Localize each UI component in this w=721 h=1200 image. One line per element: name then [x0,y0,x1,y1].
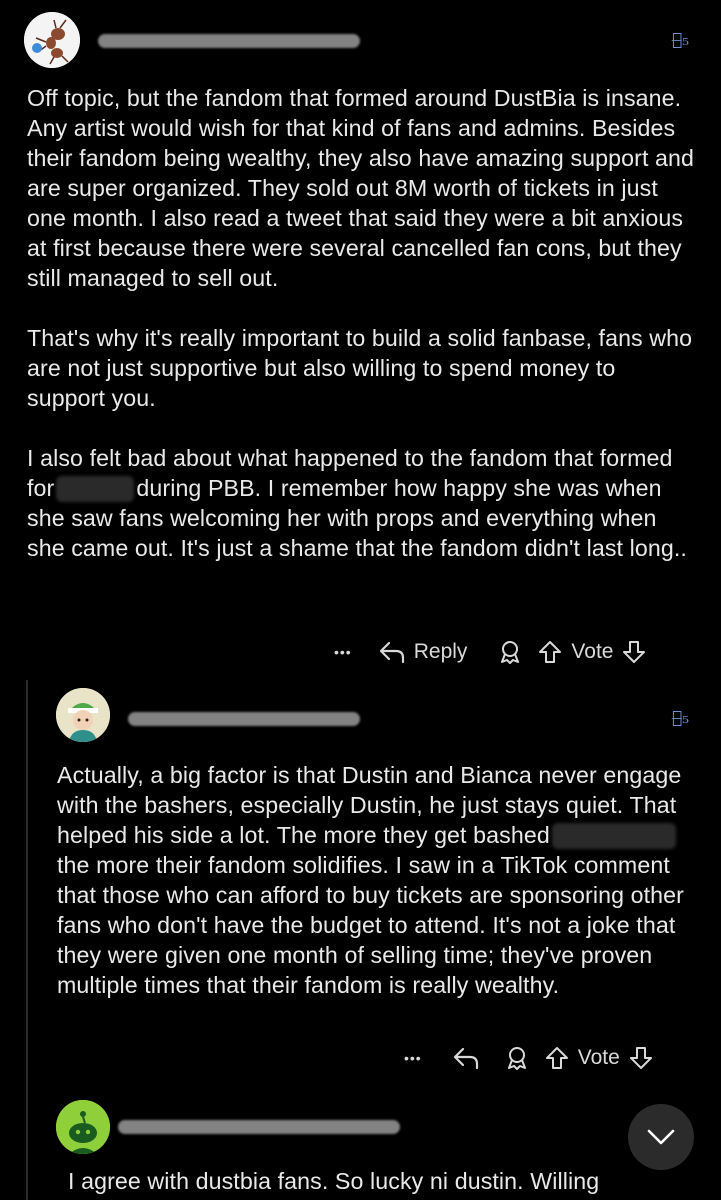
more-options-button[interactable]: ••• [404,1050,422,1066]
upvote-arrow-icon[interactable] [537,639,563,665]
reply-label: Reply [413,640,468,663]
reply-arrow-icon [379,641,404,664]
thread-line[interactable] [26,680,28,1200]
comment-actions: ••• Reply Vote [334,636,647,668]
translate-icon[interactable]: 文̶₅ [672,30,689,50]
vote-count: Vote [571,640,614,663]
avatar-character-icon [56,688,110,742]
comment-body: I agree with dustbia fans. So lucky ni d… [68,1166,708,1196]
username-redacted[interactable] [128,712,360,726]
comment-actions: ••• Vote [404,1042,654,1074]
avatar-ant-icon [24,12,80,68]
award-icon[interactable] [497,639,523,665]
comment-paragraph: Actually, a big factor is that Dustin an… [57,760,701,1000]
comment-paragraph: That's why it's really important to buil… [27,325,693,411]
downvote-arrow-icon[interactable] [628,1045,654,1071]
redacted-name [56,476,135,502]
username-redacted[interactable] [118,1120,400,1134]
chevron-down-icon [647,1129,675,1145]
translate-icon[interactable]: 文̶₅ [672,708,689,728]
snoo-avatar-icon [56,1100,110,1154]
upvote-arrow-icon[interactable] [544,1045,570,1071]
avatar[interactable] [56,1100,110,1154]
avatar[interactable] [56,688,110,742]
redacted-name [551,823,676,849]
comment-text: the more their fandom solidifies. I saw … [57,852,684,998]
username-redacted[interactable] [98,34,360,48]
comment-body: Actually, a big factor is that Dustin an… [57,760,701,1000]
scroll-down-button[interactable] [628,1104,694,1170]
avatar[interactable] [24,12,80,68]
reply-button[interactable]: Reply [378,640,468,664]
comment-paragraph: I agree with dustbia fans. So lucky ni d… [68,1168,600,1194]
vote-count: Vote [577,1046,620,1069]
downvote-arrow-icon[interactable] [621,639,647,665]
comment-body: Off topic, but the fandom that formed ar… [27,83,699,563]
award-icon[interactable] [504,1045,530,1071]
comment-paragraph: Off topic, but the fandom that formed ar… [27,85,695,291]
comment-paragraph: I also felt bad about what happened to t… [27,443,699,563]
reply-arrow-icon[interactable] [452,1046,480,1070]
more-options-button[interactable]: ••• [334,644,352,660]
